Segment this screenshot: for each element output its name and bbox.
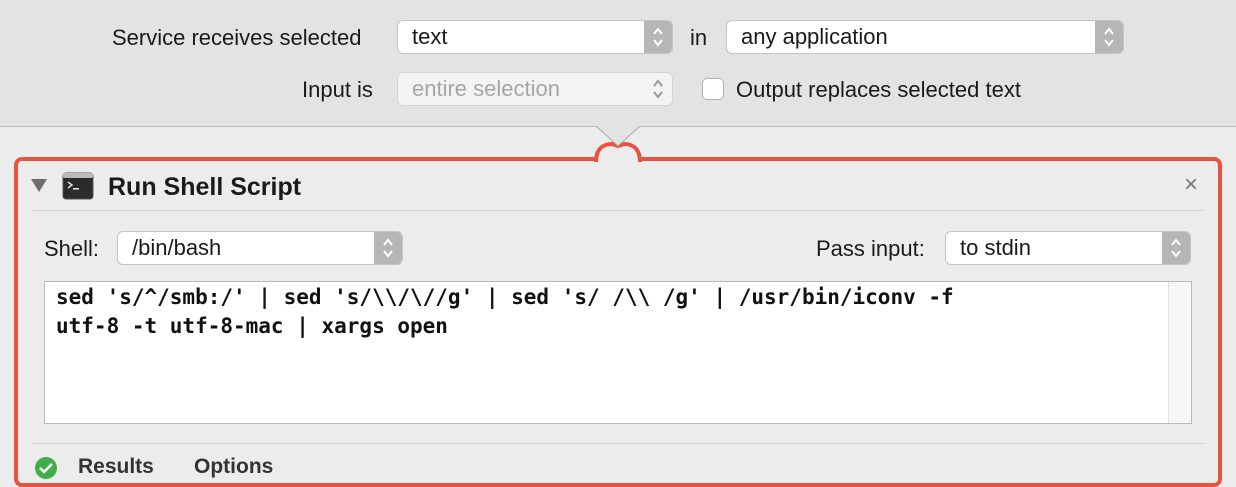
in-label: in (690, 25, 708, 50)
shell-value: /bin/bash (132, 235, 222, 260)
pass-input-popup[interactable]: to stdin (945, 231, 1191, 265)
output-replaces-label: Output replaces selected text (736, 77, 1021, 102)
vertical-scrollbar[interactable] (1168, 282, 1191, 423)
tab-options[interactable]: Options (194, 455, 273, 479)
pass-input-label: Pass input: (816, 236, 925, 261)
receives-popup[interactable]: text (397, 20, 673, 54)
script-text[interactable]: sed 's/^/smb:/' | sed 's/\\/\//g' | sed … (56, 283, 1156, 341)
checkmark-status-icon (35, 457, 57, 479)
action-title: Run Shell Script (108, 173, 302, 201)
title-divider (32, 210, 1204, 211)
output-replaces-checkbox[interactable] (702, 78, 724, 100)
close-icon[interactable]: × (1184, 172, 1198, 198)
service-header (0, 0, 1236, 126)
disclosure-triangle-icon[interactable] (30, 176, 48, 194)
connector-notch-icon (588, 124, 648, 163)
pass-input-value: to stdin (960, 235, 1031, 260)
shell-label: Shell: (44, 236, 100, 261)
stepper-icon (644, 21, 672, 53)
terminal-icon (62, 172, 94, 200)
footer-divider (32, 443, 1204, 444)
input-is-popup: entire selection (397, 72, 673, 106)
input-is-label: Input is (302, 77, 373, 102)
tab-results[interactable]: Results (78, 455, 154, 479)
stepper-icon (374, 232, 402, 264)
stepper-icon (1162, 232, 1190, 264)
stepper-icon (1095, 21, 1123, 53)
receives-value: text (412, 24, 448, 49)
application-value: any application (741, 24, 888, 49)
stepper-icon (644, 73, 672, 105)
service-receives-label: Service receives selected (112, 25, 362, 50)
shell-popup[interactable]: /bin/bash (117, 231, 403, 265)
input-is-value: entire selection (412, 76, 560, 101)
application-popup[interactable]: any application (726, 20, 1124, 54)
